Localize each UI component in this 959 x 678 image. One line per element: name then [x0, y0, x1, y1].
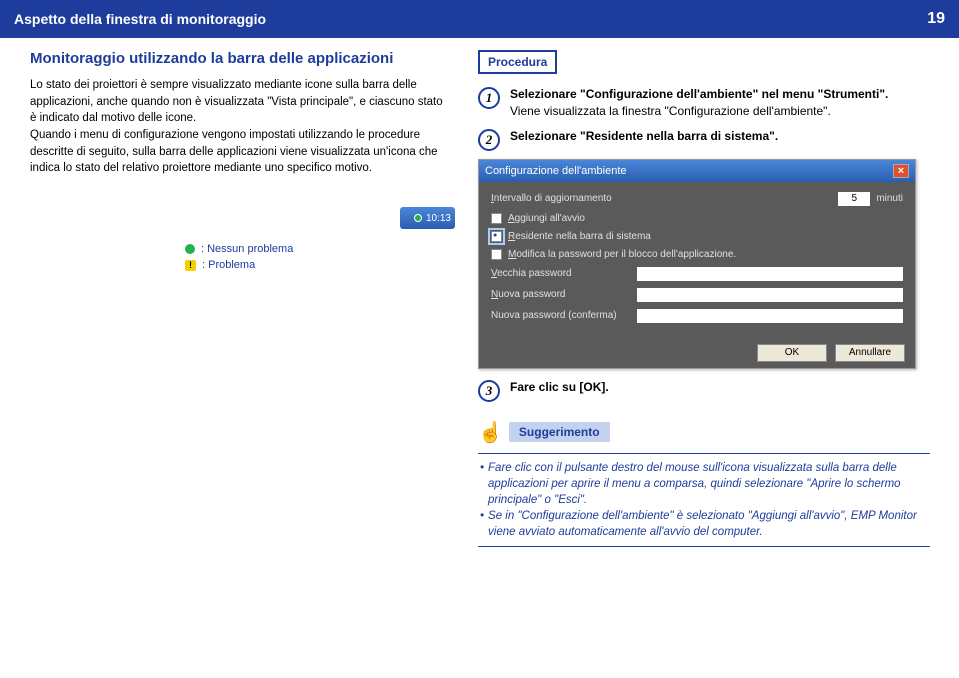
legend: : Nessun problema ! : Problema: [185, 243, 452, 271]
intro-paragraph: Lo stato dei proiettori è sempre visuali…: [30, 77, 452, 177]
old-pwd-row: Vecchia password: [491, 267, 903, 281]
tip-group: ☝ Suggerimento • Fare clic con il pulsan…: [478, 420, 930, 547]
cancel-button[interactable]: Annullare: [835, 344, 905, 362]
cb-modpwd-row[interactable]: Modifica la password per il blocco dell'…: [491, 249, 903, 260]
checkbox-icon[interactable]: [491, 249, 502, 260]
new-pwd-label: Nuova password: [491, 289, 631, 300]
cb-systray-row[interactable]: Residente nella barra di sistema: [491, 231, 903, 242]
dialog-buttons: OK Annullare: [479, 338, 915, 368]
taskbar-preview: 10:13: [400, 207, 455, 229]
right-column: Procedura 1 Selezionare "Configurazione …: [470, 50, 940, 547]
tray-status-icon: [414, 214, 422, 222]
status-ok-icon: [185, 244, 195, 254]
cb-modpwd-label: Modifica la password per il blocco dell'…: [508, 249, 736, 260]
content: Monitoraggio utilizzando la barra delle …: [0, 38, 959, 547]
status-warning-icon: !: [185, 260, 196, 271]
new-pwd-conf-row: Nuova password (conferma): [491, 309, 903, 323]
left-column: Monitoraggio utilizzando la barra delle …: [0, 50, 470, 547]
step-1-plain: Viene visualizzata la finestra "Configur…: [510, 104, 831, 118]
step-3-bold: Fare clic su [OK].: [510, 380, 609, 394]
tip-label: Suggerimento: [509, 422, 610, 442]
step-num-1: 1: [478, 87, 500, 109]
page-header: Aspetto della finestra di monitoraggio 1…: [0, 0, 959, 38]
procedure-label: Procedura: [478, 50, 557, 74]
hand-pointer-icon: ☝: [478, 420, 503, 445]
dialog-titlebar: Configurazione dell'ambiente ×: [479, 160, 915, 182]
interval-unit: minuti: [876, 193, 903, 204]
tip-bullet-2: • Se in "Configurazione dell'ambiente" è…: [480, 508, 928, 540]
tip-body: • Fare clic con il pulsante destro del m…: [478, 453, 930, 547]
ok-button[interactable]: OK: [757, 344, 827, 362]
step-3-body: Fare clic su [OK].: [510, 379, 930, 402]
close-icon[interactable]: ×: [893, 164, 909, 178]
step-1-bold: Selezionare "Configurazione dell'ambient…: [510, 87, 888, 101]
old-pwd-label: Vecchia password: [491, 268, 631, 279]
step-num-2: 2: [478, 129, 500, 151]
header-title: Aspetto della finestra di monitoraggio: [14, 11, 266, 27]
legend-ok-label: : Nessun problema: [201, 243, 293, 255]
new-pwd-input[interactable]: [637, 288, 903, 302]
dialog-body: Intervallo di aggiornamento 5 minuti Agg…: [479, 182, 915, 338]
step-num-3: 3: [478, 380, 500, 402]
step-3: 3 Fare clic su [OK].: [478, 379, 930, 402]
interval-label: Intervallo di aggiornamento: [491, 193, 612, 204]
tip-bullet-1: • Fare clic con il pulsante destro del m…: [480, 460, 928, 508]
step-2-bold: Selezionare "Residente nella barra di si…: [510, 129, 778, 143]
step-2: 2 Selezionare "Residente nella barra di …: [478, 128, 930, 151]
tip-line-1: Fare clic con il pulsante destro del mou…: [488, 460, 928, 508]
tip-line-2: Se in "Configurazione dell'ambiente" è s…: [488, 508, 928, 540]
interval-row: Intervallo di aggiornamento 5 minuti: [491, 192, 903, 206]
new-pwd-row: Nuova password: [491, 288, 903, 302]
cb-systray-label: Residente nella barra di sistema: [508, 231, 651, 242]
checkbox-icon[interactable]: [491, 213, 502, 224]
page-number: 19: [927, 10, 945, 28]
cb-startup-label: Aggiungi all'avvio: [508, 213, 585, 224]
step-1-body: Selezionare "Configurazione dell'ambient…: [510, 86, 930, 120]
taskbar-clock: 10:13: [426, 213, 451, 224]
env-config-dialog: Configurazione dell'ambiente × Intervall…: [478, 159, 916, 369]
step-1: 1 Selezionare "Configurazione dell'ambie…: [478, 86, 930, 120]
new-pwd-conf-input[interactable]: [637, 309, 903, 323]
checkbox-checked-icon[interactable]: [491, 231, 502, 242]
tip-head: ☝ Suggerimento: [478, 420, 930, 445]
legend-row-problem: ! : Problema: [185, 259, 452, 271]
interval-spinner[interactable]: 5: [838, 192, 870, 206]
legend-row-ok: : Nessun problema: [185, 243, 452, 255]
legend-problem-label: : Problema: [202, 259, 255, 271]
dialog-title-text: Configurazione dell'ambiente: [485, 165, 627, 177]
section-title: Monitoraggio utilizzando la barra delle …: [30, 50, 452, 67]
cb-startup-row[interactable]: Aggiungi all'avvio: [491, 213, 903, 224]
old-pwd-input[interactable]: [637, 267, 903, 281]
new-pwd-conf-label: Nuova password (conferma): [491, 310, 631, 321]
step-2-body: Selezionare "Residente nella barra di si…: [510, 128, 930, 151]
